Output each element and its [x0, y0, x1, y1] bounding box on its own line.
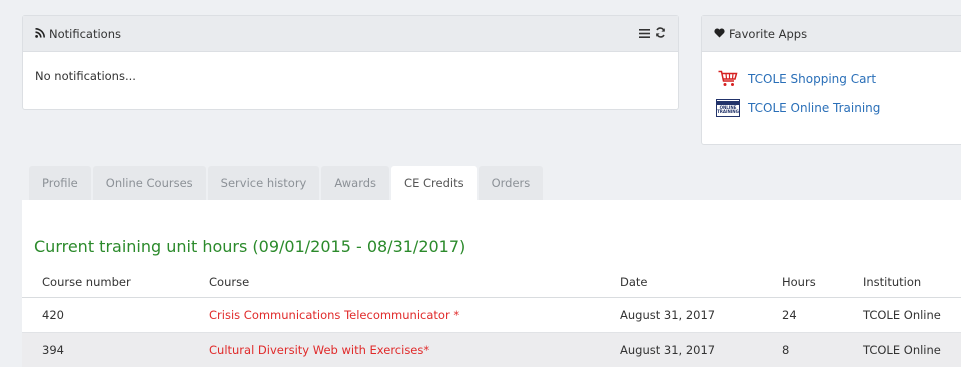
heart-icon — [714, 27, 725, 41]
course-number-cell: 394 — [22, 332, 209, 367]
rss-icon — [35, 27, 45, 41]
hours-cell: 8 — [782, 332, 863, 367]
tcole-online-training-logo-icon: ONLINE TRAINING — [716, 98, 740, 117]
tab-awards[interactable]: Awards — [321, 166, 390, 200]
refresh-icon[interactable] — [655, 26, 666, 41]
ce-credits-content: Current training unit hours (09/01/2015 … — [22, 200, 961, 367]
course-link[interactable]: Cultural Diversity Web with Exercises* — [209, 343, 429, 357]
column-header-course-number: Course number — [22, 267, 209, 298]
tab-ce-credits[interactable]: CE Credits — [391, 166, 477, 200]
institution-cell: TCOLE Online — [863, 297, 961, 333]
favorite-apps-title: Favorite Apps — [729, 26, 808, 41]
notifications-panel: Notifications No notifications... — [22, 15, 679, 110]
institution-cell: TCOLE Online — [863, 332, 961, 367]
course-cell: Crisis Communications Telecommunicator * — [209, 297, 620, 333]
column-header-course: Course — [209, 267, 620, 298]
column-header-hours: Hours — [782, 267, 863, 298]
app-link-online-training[interactable]: ONLINE TRAINING TCOLE Online Training — [716, 93, 956, 122]
app-link-shopping-cart[interactable]: TCOLE Shopping Cart — [716, 64, 956, 93]
date-cell: August 31, 2017 — [620, 332, 782, 367]
course-cell: Cultural Diversity Web with Exercises* — [209, 332, 620, 367]
hours-cell: 24 — [782, 297, 863, 333]
column-header-date: Date — [620, 267, 782, 298]
tab-orders[interactable]: Orders — [478, 166, 544, 200]
table-row: 420 Crisis Communications Telecommunicat… — [22, 297, 961, 333]
notifications-empty: No notifications... — [35, 69, 136, 83]
app-link-label: TCOLE Online Training — [748, 100, 881, 115]
notifications-title: Notifications — [49, 26, 121, 41]
course-number-cell: 420 — [22, 297, 209, 333]
table-row: 394 Cultural Diversity Web with Exercise… — [22, 332, 961, 367]
tab-profile[interactable]: Profile — [29, 166, 91, 200]
tab-service-history[interactable]: Service history — [207, 166, 320, 200]
tab-online-courses[interactable]: Online Courses — [92, 166, 206, 200]
app-link-label: TCOLE Shopping Cart — [748, 71, 877, 86]
column-header-institution: Institution — [863, 267, 961, 298]
favorite-apps-header: Favorite Apps — [702, 16, 961, 52]
course-link[interactable]: Crisis Communications Telecommunicator * — [209, 308, 459, 322]
shopping-cart-icon — [716, 70, 740, 88]
favorite-apps-panel: Favorite Apps TCOLE Shopping Cart ONLINE… — [701, 15, 961, 145]
notifications-header: Notifications — [23, 16, 678, 52]
table-header-row: Course number Course Date Hours Institut… — [22, 267, 961, 298]
date-cell: August 31, 2017 — [620, 297, 782, 333]
profile-tabs: Profile Online Courses Service history A… — [29, 166, 544, 200]
menu-icon[interactable] — [639, 27, 650, 41]
section-title: Current training unit hours (09/01/2015 … — [34, 237, 466, 256]
credits-table: Course number Course Date Hours Institut… — [22, 267, 961, 367]
